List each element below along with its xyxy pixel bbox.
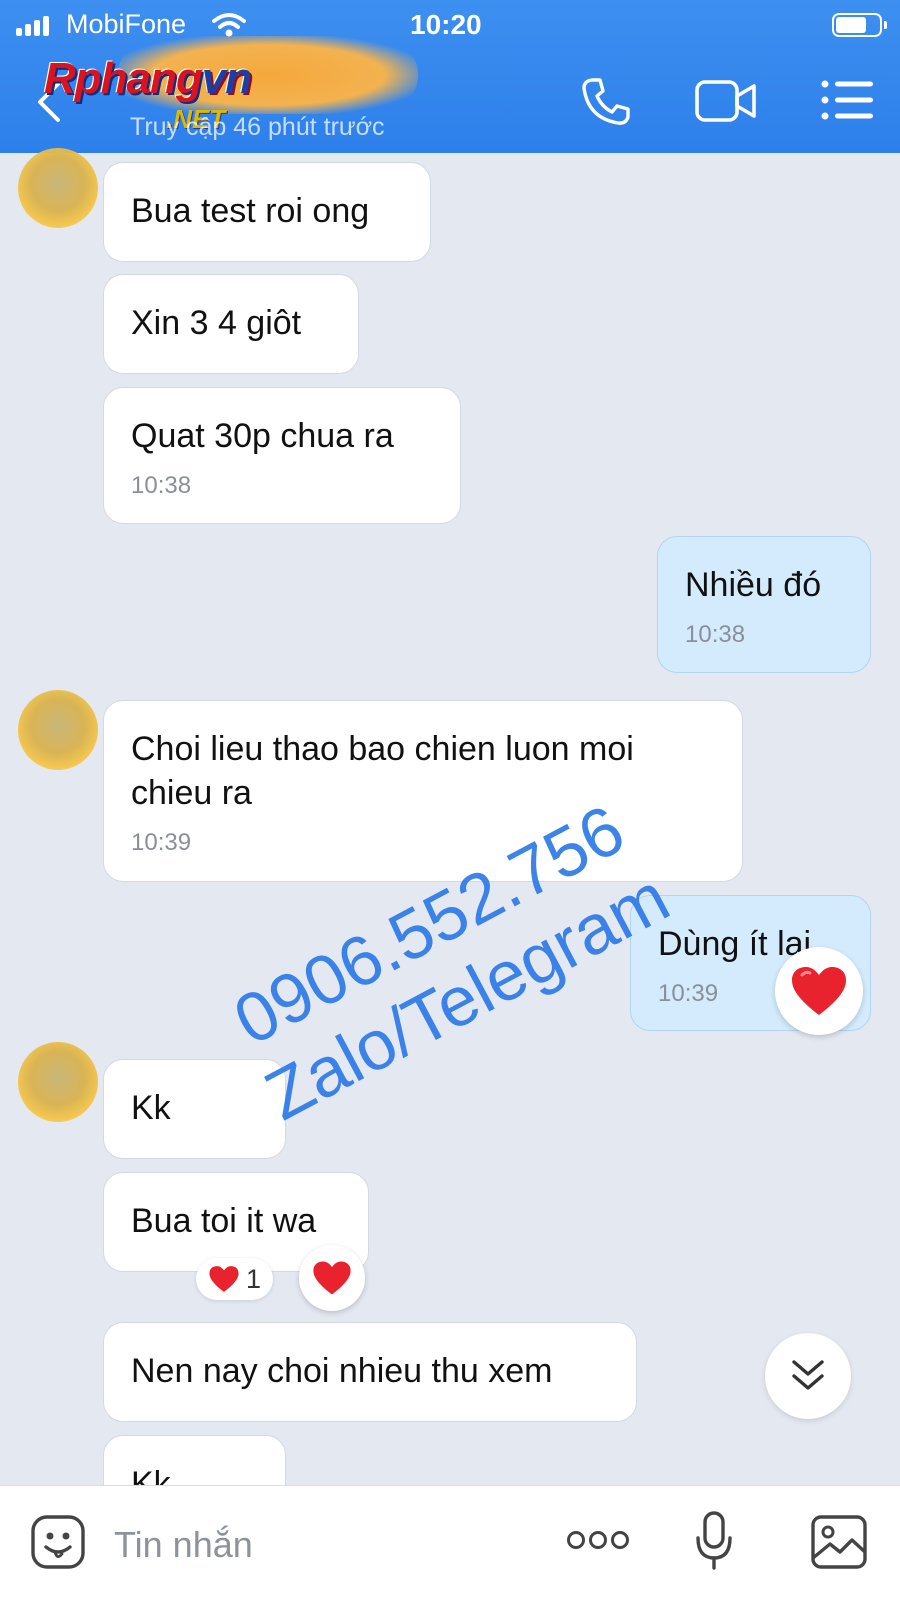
cell-signal-icon: [16, 16, 50, 36]
wifi-icon: [212, 13, 246, 37]
message-bubble-incoming[interactable]: Kk: [103, 1059, 286, 1159]
message-bubble-incoming[interactable]: Quat 30p chua ra 10:38: [103, 387, 461, 524]
message-time: 10:38: [131, 472, 192, 500]
reaction-count: 1: [246, 1263, 262, 1294]
status-time: 10:20: [410, 9, 482, 40]
message-composer: Tin nhắn: [0, 1485, 900, 1600]
message-text: Nen nay choi nhieu thu xem: [131, 1352, 553, 1390]
watermark-logo: Rphangvn: [44, 54, 252, 103]
double-chevron-down-icon: [792, 1360, 824, 1390]
message-text: Dùng ít lại: [658, 925, 812, 963]
heart-icon: [313, 1261, 351, 1295]
more-options-icon[interactable]: [566, 1528, 630, 1552]
message-text: Bua test roi ong: [131, 192, 370, 230]
scroll-to-bottom-button[interactable]: [765, 1333, 851, 1419]
message-text: Choi lieu thao bao chien luon moi chieu …: [131, 730, 634, 813]
heart-icon: [209, 1266, 239, 1292]
contact-avatar[interactable]: [18, 690, 98, 770]
heart-icon: [792, 967, 846, 1015]
reaction-summary[interactable]: 1: [196, 1258, 274, 1300]
message-time: 10:39: [131, 829, 192, 857]
microphone-icon[interactable]: [694, 1510, 734, 1574]
message-bubble-incoming[interactable]: Bua test roi ong: [103, 162, 431, 262]
video-call-icon[interactable]: [694, 76, 758, 128]
message-bubble-outgoing[interactable]: Nhiều đó 10:38: [657, 536, 871, 673]
message-text: Xin 3 4 giôt: [131, 304, 302, 342]
message-text: Bua toi it wa: [131, 1202, 317, 1240]
message-input[interactable]: Tin nhắn: [114, 1524, 253, 1566]
message-text: Kk: [131, 1089, 171, 1127]
image-icon[interactable]: [810, 1514, 868, 1570]
message-text: Quat 30p chua ra: [131, 417, 394, 455]
message-text: Nhiều đó: [685, 566, 822, 604]
message-bubble-incoming[interactable]: Nen nay choi nhieu thu xem: [103, 1322, 637, 1422]
phone-icon[interactable]: [580, 76, 632, 128]
message-bubble-incoming[interactable]: Xin 3 4 giôt: [103, 274, 359, 374]
message-time: 10:38: [685, 621, 746, 649]
contact-avatar[interactable]: [18, 1042, 98, 1122]
menu-list-icon[interactable]: [820, 76, 876, 124]
chat-header: MobiFone 10:20 Rphangvn .NET Truy cập 46…: [0, 0, 900, 153]
battery-icon: [832, 13, 887, 37]
contact-avatar[interactable]: [18, 148, 98, 228]
add-reaction-button[interactable]: [299, 1245, 365, 1311]
message-bubble-incoming[interactable]: Choi lieu thao bao chien luon moi chieu …: [103, 700, 743, 882]
last-seen-status: Truy cập 46 phút trước: [130, 113, 385, 141]
sticker-icon[interactable]: [30, 1514, 86, 1570]
reaction-heart-badge[interactable]: [775, 947, 863, 1035]
